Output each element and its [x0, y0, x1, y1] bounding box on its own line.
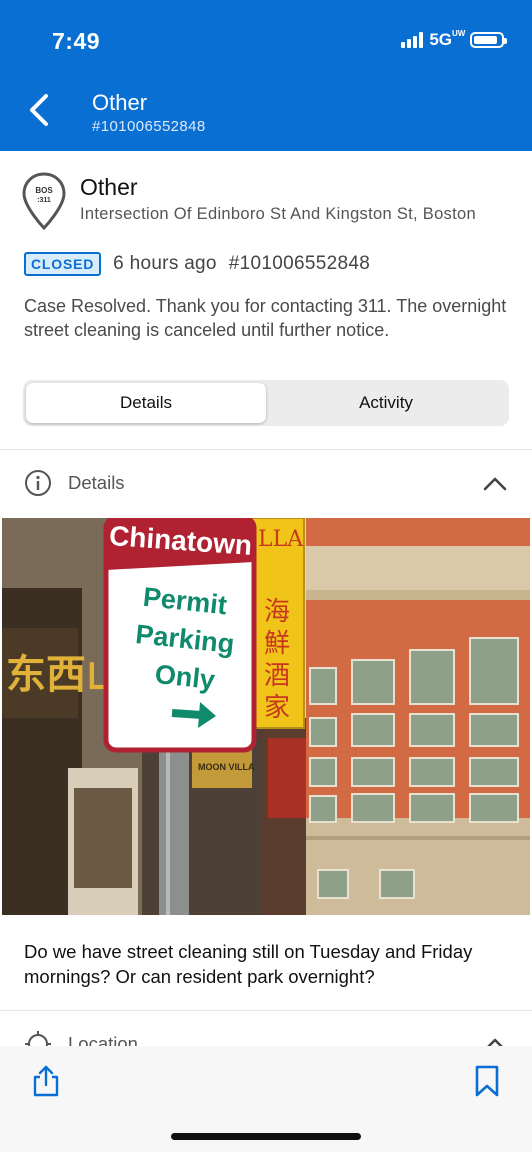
segmented-tabs: Details Activity — [23, 380, 509, 426]
status-time: 7:49 — [52, 28, 101, 54]
pin-text-bottom: :311 — [37, 197, 51, 204]
awning-text: MOON VILLA — [198, 762, 255, 772]
case-resolution: Case Resolved. Thank you for contacting … — [24, 296, 507, 340]
tab-activity[interactable]: Activity — [266, 383, 506, 423]
bos311-pin-icon: BOS :311 — [22, 172, 66, 230]
status-icons: 5GUW — [401, 29, 507, 50]
case-number: #101006552848 — [228, 253, 371, 274]
page-subtitle: #101006552848 — [92, 118, 206, 135]
network-label: 5GUW — [429, 29, 466, 50]
status-badge: CLOSED — [24, 252, 102, 276]
share-icon[interactable] — [31, 1064, 61, 1098]
chevron-left-icon[interactable] — [24, 90, 56, 130]
battery-icon — [470, 32, 507, 48]
info-icon — [25, 470, 51, 496]
case-address: Intersection Of Edinboro St And Kingston… — [80, 205, 476, 223]
page-title: Other — [92, 90, 148, 115]
report-photo[interactable]: 东西山 MOON VILLA LLA 海 鮮 酒 家 Chinatown Per… — [2, 518, 530, 915]
app-header: 7:49 5GUW Other #101006552848 — [0, 0, 532, 151]
banner-char-4: 家 — [264, 693, 290, 723]
details-section-label: Details — [68, 472, 125, 493]
pin-text-top: BOS — [35, 186, 53, 195]
signal-icon — [401, 32, 424, 48]
tab-details[interactable]: Details — [26, 383, 266, 423]
home-indicator — [171, 1133, 361, 1140]
banner-char-2: 鮮 — [264, 629, 290, 659]
case-meta: CLOSED 6 hours ago #101006552848 — [24, 252, 370, 276]
bookmark-icon[interactable] — [472, 1064, 502, 1098]
details-section-header[interactable]: Details — [0, 450, 532, 516]
banner-char-1: 海 — [264, 597, 290, 627]
chevron-up-icon[interactable] — [482, 474, 508, 492]
banner-top: LLA — [258, 527, 304, 552]
case-title: Other — [80, 174, 138, 200]
sign-line-3: Only — [154, 659, 217, 695]
case-age: 6 hours ago — [113, 253, 217, 274]
report-description: Do we have street cleaning still on Tues… — [24, 941, 473, 987]
banner-char-3: 酒 — [264, 661, 290, 691]
photo-scene: 东西山 MOON VILLA LLA 海 鮮 酒 家 Chinatown Per… — [2, 518, 530, 915]
